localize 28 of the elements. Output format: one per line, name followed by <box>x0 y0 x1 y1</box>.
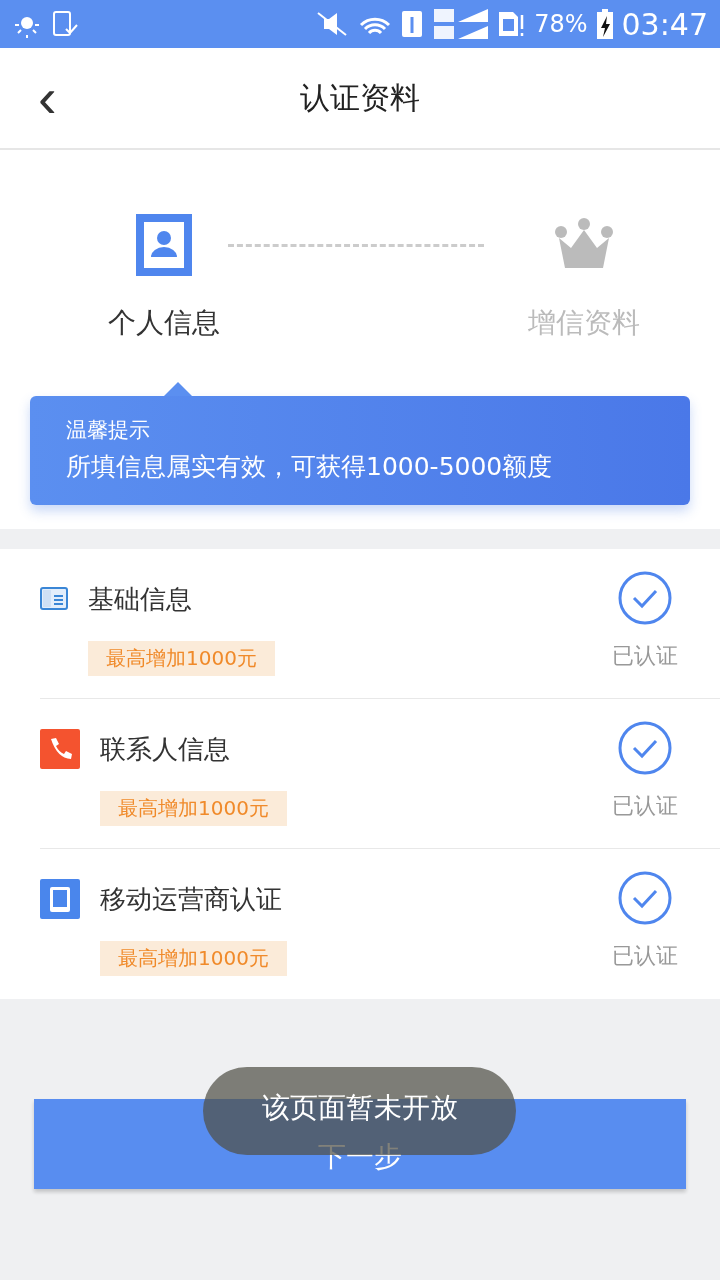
sim-icon <box>400 9 425 39</box>
verified-status: 已认证 <box>612 792 678 820</box>
tablet-icon <box>40 879 80 919</box>
verification-item[interactable]: 联系人信息 最高增加1000元 已认证 <box>40 699 720 849</box>
step-tab[interactable]: 个人信息 <box>108 214 220 342</box>
battery-charging-icon <box>595 8 614 40</box>
phone-icon <box>40 729 80 769</box>
verified-status: 已认证 <box>612 942 678 970</box>
profile-card-icon <box>136 214 192 276</box>
verification-item[interactable]: 移动运营商认证 最高增加1000元 已认证 <box>40 849 720 999</box>
toast: 该页面暂未开放 <box>203 1067 516 1155</box>
item-title: 联系人信息 <box>100 732 230 766</box>
verified-status: 已认证 <box>612 642 678 670</box>
verification-item[interactable]: 基础信息 最高增加1000元 已认证 <box>40 549 720 699</box>
page-title: 认证资料 <box>300 78 420 117</box>
id-card-icon <box>40 587 68 611</box>
tip-text: 所填信息属实有效，可获得1000-5000额度 <box>66 451 554 483</box>
signal-icon <box>432 7 489 41</box>
back-button[interactable]: ‹ <box>30 70 65 126</box>
item-title: 移动运营商认证 <box>100 882 282 916</box>
battery-percent: 78% <box>534 10 588 38</box>
bonus-tag: 最高增加1000元 <box>88 641 275 676</box>
clock: 03:47 <box>621 6 708 42</box>
bonus-tag: 最高增加1000元 <box>100 791 287 826</box>
tip-title: 温馨提示 <box>66 417 151 444</box>
tablet-check-icon <box>50 9 80 39</box>
item-title: 基础信息 <box>88 582 192 616</box>
bonus-tag: 最高增加1000元 <box>100 941 287 976</box>
